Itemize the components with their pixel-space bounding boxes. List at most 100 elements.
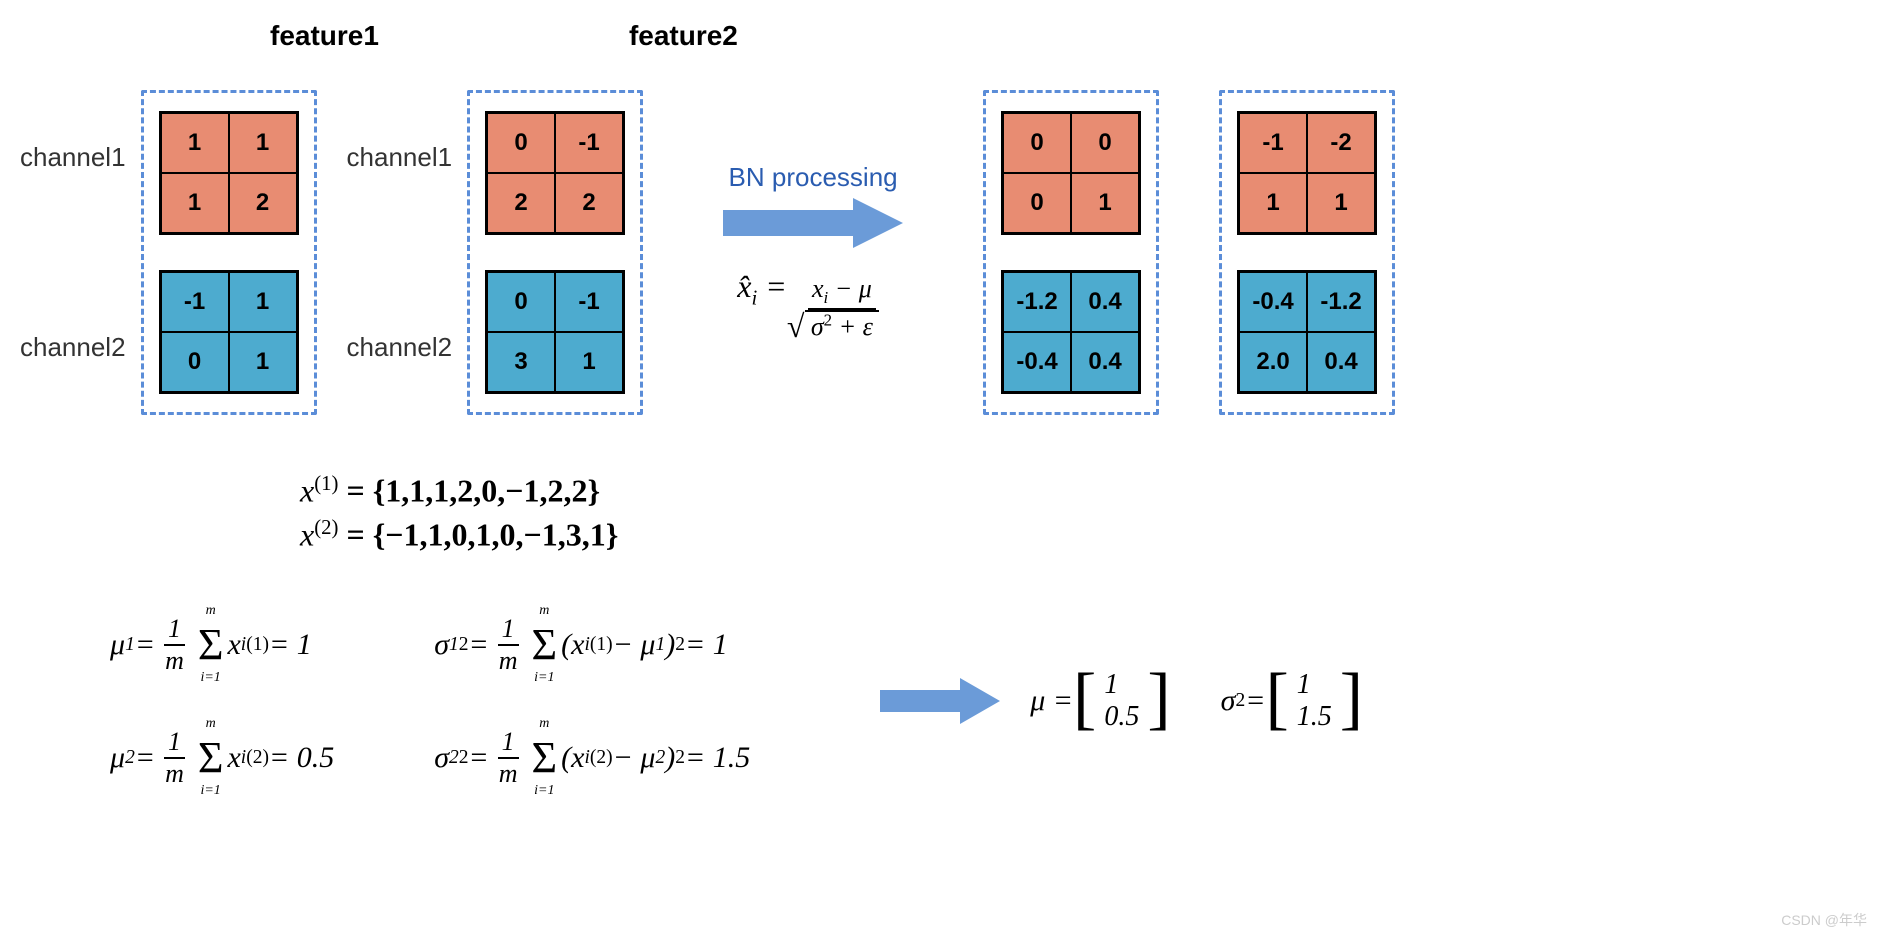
formula-sigma: σ xyxy=(811,312,824,341)
bn-processing-label: BN processing xyxy=(729,162,898,193)
superscript: (1) xyxy=(246,634,269,656)
equals: = xyxy=(135,741,155,775)
grid-cell: 0 xyxy=(1003,173,1071,233)
mu-symbol: μ xyxy=(110,628,125,662)
formula-sub: i xyxy=(751,286,757,309)
subscript: 2 xyxy=(655,747,665,769)
grid-cell: 1 xyxy=(161,173,229,233)
subscript: 1 xyxy=(655,634,665,656)
grid-cell: 0 xyxy=(161,332,229,392)
grid-cell: 1 xyxy=(161,113,229,173)
sigma-icon: Σ xyxy=(198,732,224,783)
sigma1-result: = 1 xyxy=(685,628,728,662)
feature2-label: feature2 xyxy=(629,20,738,52)
grid-cell: -2 xyxy=(1307,113,1375,173)
sum-top: m xyxy=(206,716,216,732)
watermark: CSDN @年华 xyxy=(1781,910,1867,930)
formula-sub: i xyxy=(824,288,829,307)
superscript: (1) xyxy=(314,472,338,495)
grid-cell: -1 xyxy=(555,272,623,332)
formula-sq: 2 xyxy=(824,310,832,329)
paren-open: ( xyxy=(561,628,571,662)
feature1-box: 1 1 1 2 -1 1 0 1 xyxy=(141,90,317,415)
frac-num: 1 xyxy=(498,727,519,759)
output1-box: 0 0 0 1 -1.2 0.4 -0.4 0.4 xyxy=(983,90,1159,415)
grid-cell: -1 xyxy=(555,113,623,173)
mu1-result: = 1 xyxy=(269,628,312,662)
subscript: 1 xyxy=(449,634,459,656)
superscript: 2 xyxy=(675,634,685,656)
grid-cell: 0 xyxy=(1071,113,1139,173)
mu-value-2: 0.5 xyxy=(1104,701,1139,733)
bracket-close-icon: ] xyxy=(1340,669,1363,733)
sum-bot: i=1 xyxy=(200,783,220,799)
data-vectors-section: x(1) = {1,1,1,2,0,−1,2,2} x(2) = {−1,1,0… xyxy=(300,472,1897,553)
sum-top: m xyxy=(539,716,549,732)
mu1-formula: μ1 = 1m mΣi=1 xi(1) = 1 xyxy=(110,603,334,686)
mu2-result: = 0.5 xyxy=(269,741,334,775)
sum-top: m xyxy=(206,603,216,619)
mu-column: μ1 = 1m mΣi=1 xi(1) = 1 μ2 = 1m mΣi=1 xi… xyxy=(110,603,334,799)
superscript: (2) xyxy=(246,747,269,769)
x1-values: = {1,1,1,2,0,−1,2,2} xyxy=(346,473,600,509)
equals: = xyxy=(765,268,795,304)
superscript: (1) xyxy=(590,634,613,656)
sigma-value-2: 1.5 xyxy=(1297,701,1332,733)
paren-close: ) xyxy=(665,741,675,775)
formula-plus-eps: + ε xyxy=(839,312,873,341)
sigma-symbol: σ xyxy=(434,741,449,775)
sigma-label: σ xyxy=(1221,684,1236,718)
sigma2-formula: σ22 = 1m mΣi=1 ( xi(2) − μ2 )2 = 1.5 xyxy=(434,716,750,799)
channel-labels-1: channel1 channel2 xyxy=(20,62,126,442)
x-symbol: x xyxy=(300,516,314,552)
x-symbol: x xyxy=(571,628,584,662)
frac-den: m xyxy=(495,646,522,676)
bracket-close-icon: ] xyxy=(1147,669,1170,733)
sigma-vector-result: σ2 = [ 1 1.5 ] xyxy=(1221,669,1363,733)
f1-ch1-grid: 1 1 1 2 xyxy=(159,111,299,235)
feature1-label: feature1 xyxy=(270,20,379,52)
paren-close: ) xyxy=(665,628,675,662)
frac-den: m xyxy=(495,759,522,789)
o2-ch1-grid: -1 -2 1 1 xyxy=(1237,111,1377,235)
feature2-box: 0 -1 2 2 0 -1 3 1 xyxy=(467,90,643,415)
superscript: 2 xyxy=(1235,690,1245,712)
superscript: 2 xyxy=(459,747,469,769)
grid-cell: 2 xyxy=(555,173,623,233)
x-symbol: x xyxy=(227,741,240,775)
sum-top: m xyxy=(539,603,549,619)
mu-label: μ = xyxy=(1030,684,1073,718)
frac-den: m xyxy=(161,759,188,789)
equals: = xyxy=(469,741,489,775)
paren-open: ( xyxy=(561,741,571,775)
bn-arrow-section: BN processing x̂i = xi − μ σ2 + ε xyxy=(683,162,943,342)
sigma-symbol: σ xyxy=(434,628,449,662)
grid-cell: 0.4 xyxy=(1307,332,1375,392)
grid-cell: 1 xyxy=(555,332,623,392)
grid-cell: 1 xyxy=(1307,173,1375,233)
mu-value-1: 1 xyxy=(1104,669,1139,701)
o1-ch2-grid: -1.2 0.4 -0.4 0.4 xyxy=(1001,270,1141,394)
subscript: 2 xyxy=(125,747,135,769)
grid-cell: -1 xyxy=(161,272,229,332)
mu2-formula: μ2 = 1m mΣi=1 xi(2) = 0.5 xyxy=(110,716,334,799)
bracket-open-icon: [ xyxy=(1265,669,1288,733)
channel1-label: channel1 xyxy=(347,142,453,173)
bottom-formulas: μ1 = 1m mΣi=1 xi(1) = 1 μ2 = 1m mΣi=1 xi… xyxy=(110,603,1897,799)
superscript: (2) xyxy=(314,516,338,539)
x-symbol: x xyxy=(227,628,240,662)
x2-values: = {−1,1,0,1,0,−1,3,1} xyxy=(346,516,618,552)
sigma-column: σ12 = 1m mΣi=1 ( xi(1) − μ1 )2 = 1 σ22 =… xyxy=(434,603,750,799)
grid-cell: 0.4 xyxy=(1071,272,1139,332)
grid-cell: 2 xyxy=(229,173,297,233)
grid-cell: 1 xyxy=(229,272,297,332)
feature-headers: feature1 feature2 xyxy=(210,20,1897,52)
mu-symbol: μ xyxy=(110,741,125,775)
grid-cell: 0 xyxy=(1003,113,1071,173)
grid-cell: 0 xyxy=(487,113,555,173)
sigma2-result: = 1.5 xyxy=(685,741,750,775)
f2-ch1-grid: 0 -1 2 2 xyxy=(485,111,625,235)
grid-cell: 1 xyxy=(1239,173,1307,233)
x-symbol: x xyxy=(571,741,584,775)
grid-cell: 1 xyxy=(229,332,297,392)
